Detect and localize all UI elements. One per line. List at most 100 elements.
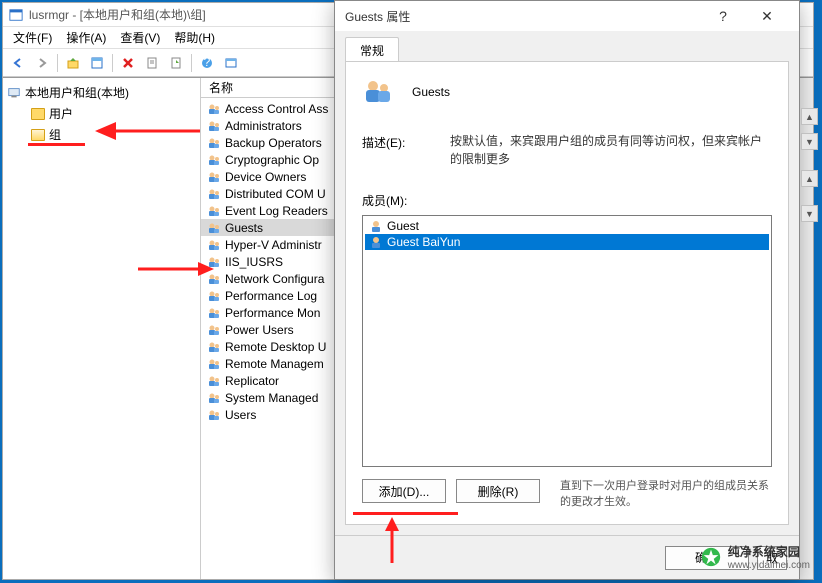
group-icon	[207, 136, 221, 150]
folder-icon	[31, 108, 45, 120]
list-item-label: Distributed COM U	[225, 187, 326, 201]
group-icon	[207, 153, 221, 167]
list-item-label: Guests	[225, 221, 263, 235]
member-item[interactable]: Guest BaiYun	[365, 234, 769, 250]
toolbar-separator	[191, 54, 192, 72]
list-item-label: Device Owners	[225, 170, 306, 184]
list-item-label: Cryptographic Op	[225, 153, 319, 167]
list-item-label: IIS_IUSRS	[225, 255, 283, 269]
menu-action[interactable]: 操作(A)	[60, 27, 112, 48]
group-name: Guests	[412, 85, 450, 99]
tree-panel: 本地用户和组(本地) 用户 组	[3, 78, 201, 579]
list-item-label: Remote Desktop U	[225, 340, 326, 354]
group-icon	[207, 289, 221, 303]
description-text[interactable]: 按默认值，来宾跟用户组的成员有同等访问权，但来宾帐户的限制更多	[450, 132, 772, 168]
tree-groups-label: 组	[49, 126, 61, 143]
dialog-title-bar: Guests 属性 ? ✕	[335, 1, 799, 31]
group-icon	[207, 102, 221, 116]
scroll-up-icon[interactable]: ▲	[801, 170, 818, 187]
folder-icon	[31, 129, 45, 141]
list-item-label: Performance Log	[225, 289, 317, 303]
member-item[interactable]: Guest	[365, 218, 769, 234]
group-icon	[207, 238, 221, 252]
tree-groups[interactable]: 组	[3, 124, 200, 145]
list-item-label: Performance Mon	[225, 306, 320, 320]
back-button[interactable]	[7, 52, 29, 74]
list-item-label: Remote Managem	[225, 357, 324, 371]
toolbar-separator	[57, 54, 58, 72]
help-button[interactable]: ?	[196, 52, 218, 74]
description-label: 描述(E):	[362, 132, 418, 168]
forward-button[interactable]	[31, 52, 53, 74]
export-button[interactable]	[165, 52, 187, 74]
scrollbar[interactable]: ▲ ▼	[801, 170, 818, 222]
members-label: 成员(M):	[362, 192, 772, 209]
list-item-label: Event Log Readers	[225, 204, 328, 218]
watermark-text: 纯净系统家园 www.yidaimei.com	[728, 543, 810, 571]
annotation-underline	[28, 143, 85, 146]
list-item-label: Replicator	[225, 374, 279, 388]
svg-text:?: ?	[204, 56, 211, 69]
up-button[interactable]	[62, 52, 84, 74]
group-icon	[207, 374, 221, 388]
group-icon	[207, 255, 221, 269]
group-icon	[207, 323, 221, 337]
tree-users-label: 用户	[49, 105, 73, 122]
menu-help[interactable]: 帮助(H)	[168, 27, 221, 48]
list-item-label: Hyper-V Administr	[225, 238, 322, 252]
note-text: 直到下一次用户登录时对用户的组成员关系的更改才生效。	[550, 479, 772, 510]
tab-page: Guests 描述(E): 按默认值，来宾跟用户组的成员有同等访问权，但来宾帐户…	[345, 61, 789, 525]
menu-view[interactable]: 查看(V)	[114, 27, 166, 48]
group-icon	[207, 391, 221, 405]
tab-general[interactable]: 常规	[345, 37, 399, 61]
group-icon	[207, 272, 221, 286]
group-icon	[207, 170, 221, 184]
app-icon	[9, 8, 23, 22]
group-icon	[207, 306, 221, 320]
remove-button[interactable]: 删除(R)	[456, 479, 540, 503]
annotation-underline	[353, 512, 458, 515]
member-label: Guest	[387, 219, 419, 233]
description-row: 描述(E): 按默认值，来宾跟用户组的成员有同等访问权，但来宾帐户的限制更多	[362, 132, 772, 168]
computer-icon	[7, 86, 21, 100]
tab-strip: 常规	[345, 37, 789, 61]
list-item-label: Power Users	[225, 323, 294, 337]
scrollbar[interactable]: ▲ ▼	[801, 108, 818, 150]
group-header: Guests	[362, 76, 772, 108]
user-icon	[369, 235, 383, 249]
group-icon	[207, 119, 221, 133]
refresh-button[interactable]	[141, 52, 163, 74]
list-item-label: Backup Operators	[225, 136, 322, 150]
tree-root-label: 本地用户和组(本地)	[25, 84, 129, 101]
group-icon	[207, 340, 221, 354]
list-item-label: Network Configura	[225, 272, 324, 286]
group-icon	[207, 187, 221, 201]
scroll-up-icon[interactable]: ▲	[801, 108, 818, 125]
help-button[interactable]: ?	[701, 2, 745, 30]
menu-file[interactable]: 文件(F)	[7, 27, 58, 48]
user-icon	[369, 219, 383, 233]
list-item-label: Administrators	[225, 119, 302, 133]
delete-button[interactable]	[117, 52, 139, 74]
close-button[interactable]: ✕	[745, 2, 789, 30]
tree-root[interactable]: 本地用户和组(本地)	[3, 82, 200, 103]
add-button[interactable]: 添加(D)...	[362, 479, 446, 503]
member-label: Guest BaiYun	[387, 235, 460, 249]
dialog-title: Guests 属性	[345, 8, 701, 25]
watermark-icon	[700, 546, 722, 568]
dialog-body: 常规 Guests 描述(E): 按默认值，来宾跟用户组的成员有同等访问权，但来…	[335, 31, 799, 535]
toolbar-separator	[112, 54, 113, 72]
scroll-down-icon[interactable]: ▼	[801, 133, 818, 150]
scroll-down-icon[interactable]: ▼	[801, 205, 818, 222]
list-item-label: System Managed	[225, 391, 318, 405]
group-icon	[362, 76, 394, 108]
properties-button[interactable]	[86, 52, 108, 74]
list-item-label: Access Control Ass	[225, 102, 328, 116]
members-listbox[interactable]: Guest Guest BaiYun	[362, 215, 772, 467]
properties-dialog: Guests 属性 ? ✕ 常规 Guests 描述(E): 按默认值，来宾跟用…	[334, 0, 800, 580]
tree-users[interactable]: 用户	[3, 103, 200, 124]
group-icon	[207, 408, 221, 422]
view-button[interactable]	[220, 52, 242, 74]
group-icon	[207, 204, 221, 218]
list-item-label: Users	[225, 408, 256, 422]
